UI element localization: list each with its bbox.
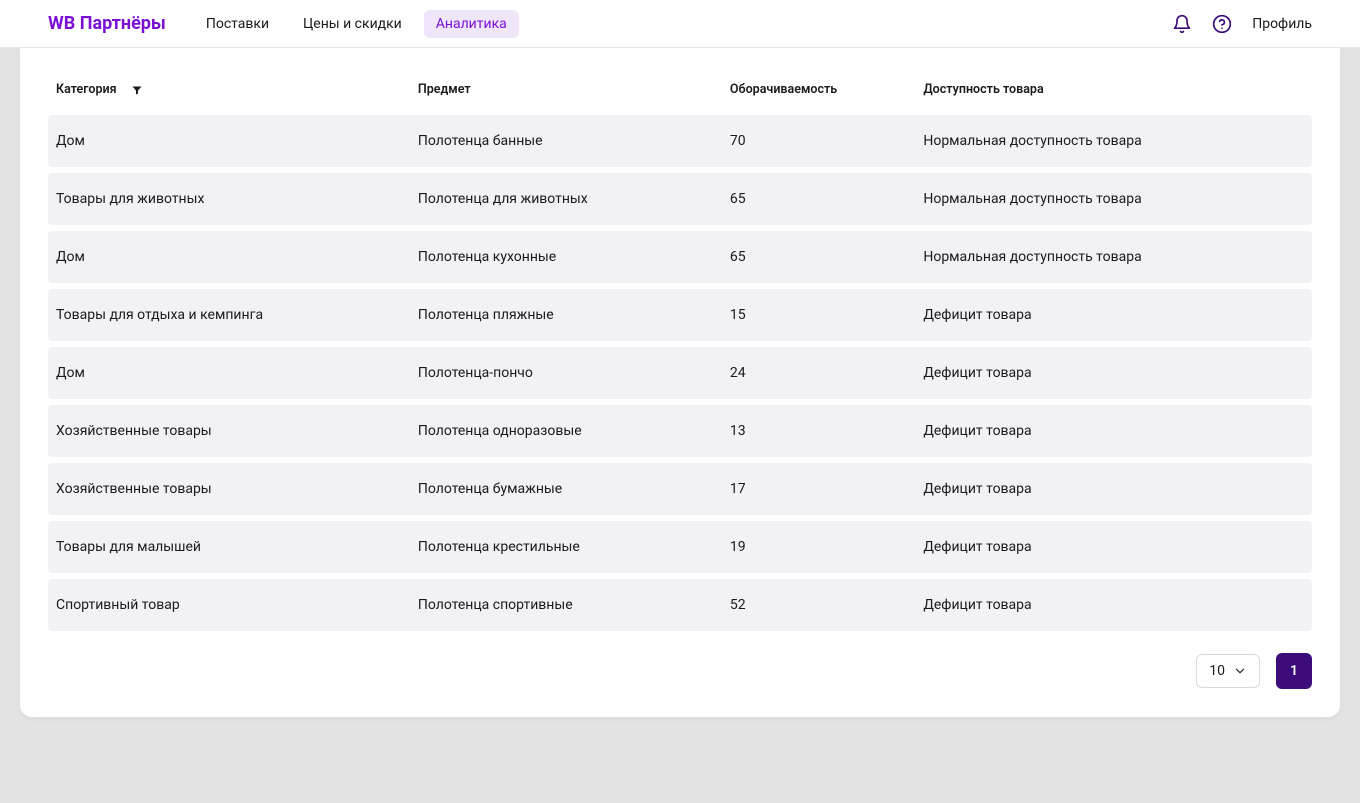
- header-item-label: Предмет: [418, 82, 471, 97]
- cell-item: Полотенца-пончо: [418, 365, 730, 381]
- cell-turnover: 17: [730, 481, 923, 497]
- table-row[interactable]: ДомПолотенца банные70Нормальная доступно…: [48, 115, 1312, 167]
- brand-logo: WB Партнёры: [48, 13, 166, 34]
- table-header: Категория Предмет Оборачиваемость Доступ…: [48, 72, 1312, 115]
- table-row[interactable]: Хозяйственные товарыПолотенца одноразовы…: [48, 405, 1312, 457]
- table-row[interactable]: Спортивный товарПолотенца спортивные52Де…: [48, 579, 1312, 631]
- table-row[interactable]: Товары для отдыха и кемпингаПолотенца пл…: [48, 289, 1312, 341]
- page-number-button[interactable]: 1: [1276, 653, 1312, 689]
- cell-turnover: 24: [730, 365, 923, 381]
- nav-item-analytics[interactable]: Аналитика: [424, 10, 519, 38]
- cell-item: Полотенца пляжные: [418, 307, 730, 323]
- cell-availability: Дефицит товара: [923, 597, 1304, 613]
- cell-category: Спортивный товар: [56, 597, 418, 613]
- cell-availability: Дефицит товара: [923, 539, 1304, 555]
- cell-availability: Нормальная доступность товара: [923, 191, 1304, 207]
- cell-category: Дом: [56, 365, 418, 381]
- help-icon[interactable]: [1212, 14, 1232, 34]
- table-row[interactable]: Хозяйственные товарыПолотенца бумажные17…: [48, 463, 1312, 515]
- cell-category: Дом: [56, 133, 418, 149]
- table-footer: 10 1: [48, 653, 1312, 689]
- cell-turnover: 70: [730, 133, 923, 149]
- cell-category: Дом: [56, 249, 418, 265]
- chevron-down-icon: [1233, 664, 1247, 678]
- cell-availability: Нормальная доступность товара: [923, 133, 1304, 149]
- nav-item-prices[interactable]: Цены и скидки: [291, 10, 414, 38]
- cell-category: Хозяйственные товары: [56, 481, 418, 497]
- cell-item: Полотенца кухонные: [418, 249, 730, 265]
- header-availability[interactable]: Доступность товара: [923, 82, 1304, 97]
- cell-item: Полотенца для животных: [418, 191, 730, 207]
- cell-turnover: 52: [730, 597, 923, 613]
- main-nav: Поставки Цены и скидки Аналитика: [194, 10, 519, 38]
- page-size-select[interactable]: 10: [1196, 654, 1260, 688]
- topbar-right: Профиль: [1172, 14, 1312, 34]
- nav-item-supplies[interactable]: Поставки: [194, 10, 281, 38]
- cell-turnover: 65: [730, 191, 923, 207]
- cell-category: Хозяйственные товары: [56, 423, 418, 439]
- cell-item: Полотенца бумажные: [418, 481, 730, 497]
- cell-turnover: 13: [730, 423, 923, 439]
- table-row[interactable]: ДомПолотенца кухонные65Нормальная доступ…: [48, 231, 1312, 283]
- cell-turnover: 19: [730, 539, 923, 555]
- cell-item: Полотенца банные: [418, 133, 730, 149]
- cell-availability: Дефицит товара: [923, 365, 1304, 381]
- cell-turnover: 65: [730, 249, 923, 265]
- header-availability-label: Доступность товара: [923, 82, 1043, 97]
- cell-availability: Дефицит товара: [923, 481, 1304, 497]
- data-panel: Категория Предмет Оборачиваемость Доступ…: [20, 48, 1340, 717]
- table-body: ДомПолотенца банные70Нормальная доступно…: [48, 115, 1312, 631]
- table-row[interactable]: ДомПолотенца-пончо24Дефицит товара: [48, 347, 1312, 399]
- cell-availability: Дефицит товара: [923, 423, 1304, 439]
- table-row[interactable]: Товары для животныхПолотенца для животны…: [48, 173, 1312, 225]
- cell-item: Полотенца крестильные: [418, 539, 730, 555]
- cell-availability: Дефицит товара: [923, 307, 1304, 323]
- profile-link[interactable]: Профиль: [1252, 16, 1312, 32]
- cell-category: Товары для отдыха и кемпинга: [56, 307, 418, 323]
- header-turnover[interactable]: Оборачиваемость: [730, 82, 923, 97]
- topbar: WB Партнёры Поставки Цены и скидки Анали…: [0, 0, 1360, 48]
- cell-turnover: 15: [730, 307, 923, 323]
- page-size-value: 10: [1209, 663, 1225, 679]
- header-item[interactable]: Предмет: [418, 82, 730, 97]
- filter-icon[interactable]: [131, 84, 143, 96]
- cell-category: Товары для животных: [56, 191, 418, 207]
- bell-icon[interactable]: [1172, 14, 1192, 34]
- header-category-label: Категория: [56, 82, 117, 97]
- cell-category: Товары для малышей: [56, 539, 418, 555]
- cell-item: Полотенца одноразовые: [418, 423, 730, 439]
- header-category[interactable]: Категория: [56, 82, 418, 97]
- cell-availability: Нормальная доступность товара: [923, 249, 1304, 265]
- cell-item: Полотенца спортивные: [418, 597, 730, 613]
- header-turnover-label: Оборачиваемость: [730, 82, 837, 97]
- table-row[interactable]: Товары для малышейПолотенца крестильные1…: [48, 521, 1312, 573]
